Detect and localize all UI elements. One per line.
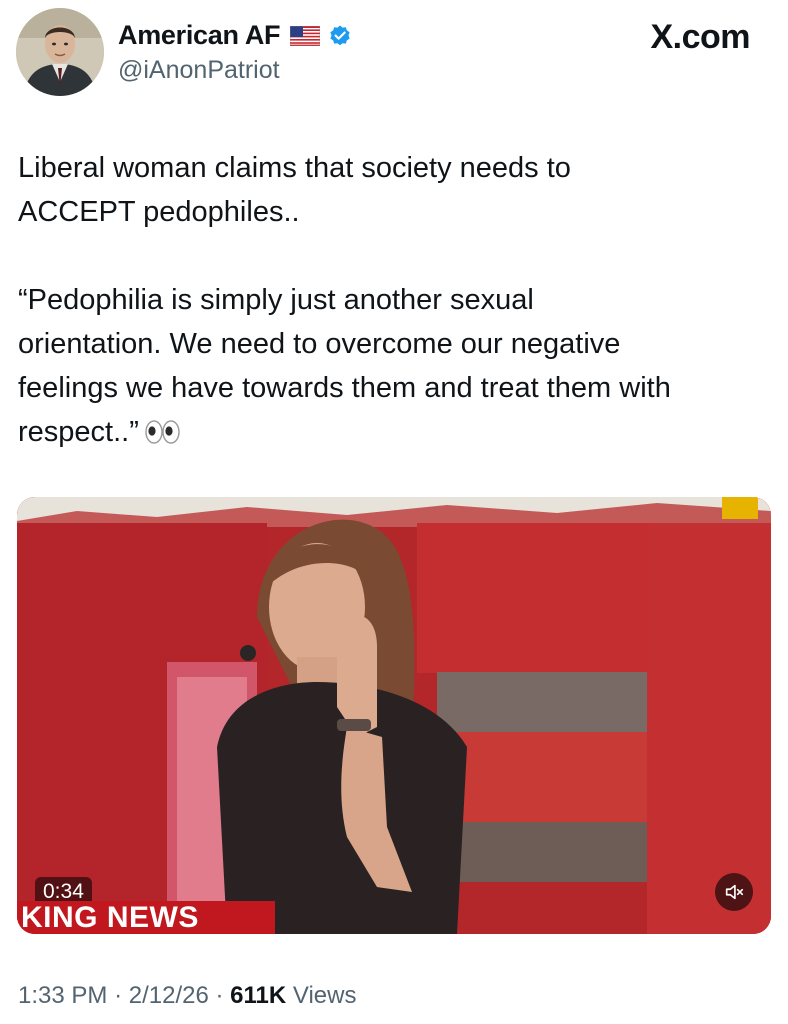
author-name-row: American AF (118, 20, 352, 51)
author-handle[interactable]: @iAnonPatriot (118, 56, 280, 85)
post-time[interactable]: 1:33 PM (18, 982, 107, 1009)
meta-separator-2: · (215, 982, 224, 1009)
author-display-name[interactable]: American AF (118, 20, 281, 51)
tweet-text: Liberal woman claims that society needs … (18, 146, 774, 458)
avatar[interactable] (16, 8, 104, 96)
muted-speaker-icon (725, 884, 744, 900)
us-flag-icon (290, 25, 321, 46)
mute-button[interactable] (715, 873, 753, 911)
verified-badge-icon (328, 24, 352, 48)
tweet-header: American AF @iAnonPatriot X.com (16, 8, 772, 98)
avatar-image (16, 8, 104, 96)
video-frame (17, 497, 771, 934)
tweet-metadata: 1:33 PM · 2/12/26 · 611K Views (18, 982, 356, 1010)
post-date[interactable]: 2/12/26 (129, 982, 209, 1009)
brand-logo: X.com (650, 18, 750, 56)
tweet-body: Liberal woman claims that society needs … (18, 152, 671, 448)
video-player[interactable]: 0:34 KING NEWS (17, 497, 771, 934)
eyes-emoji-icon (145, 414, 181, 458)
news-overlay-banner: KING NEWS (17, 901, 275, 934)
meta-separator: · (114, 982, 123, 1009)
views-count[interactable]: 611K (230, 982, 286, 1009)
views-label: Views (292, 982, 357, 1009)
